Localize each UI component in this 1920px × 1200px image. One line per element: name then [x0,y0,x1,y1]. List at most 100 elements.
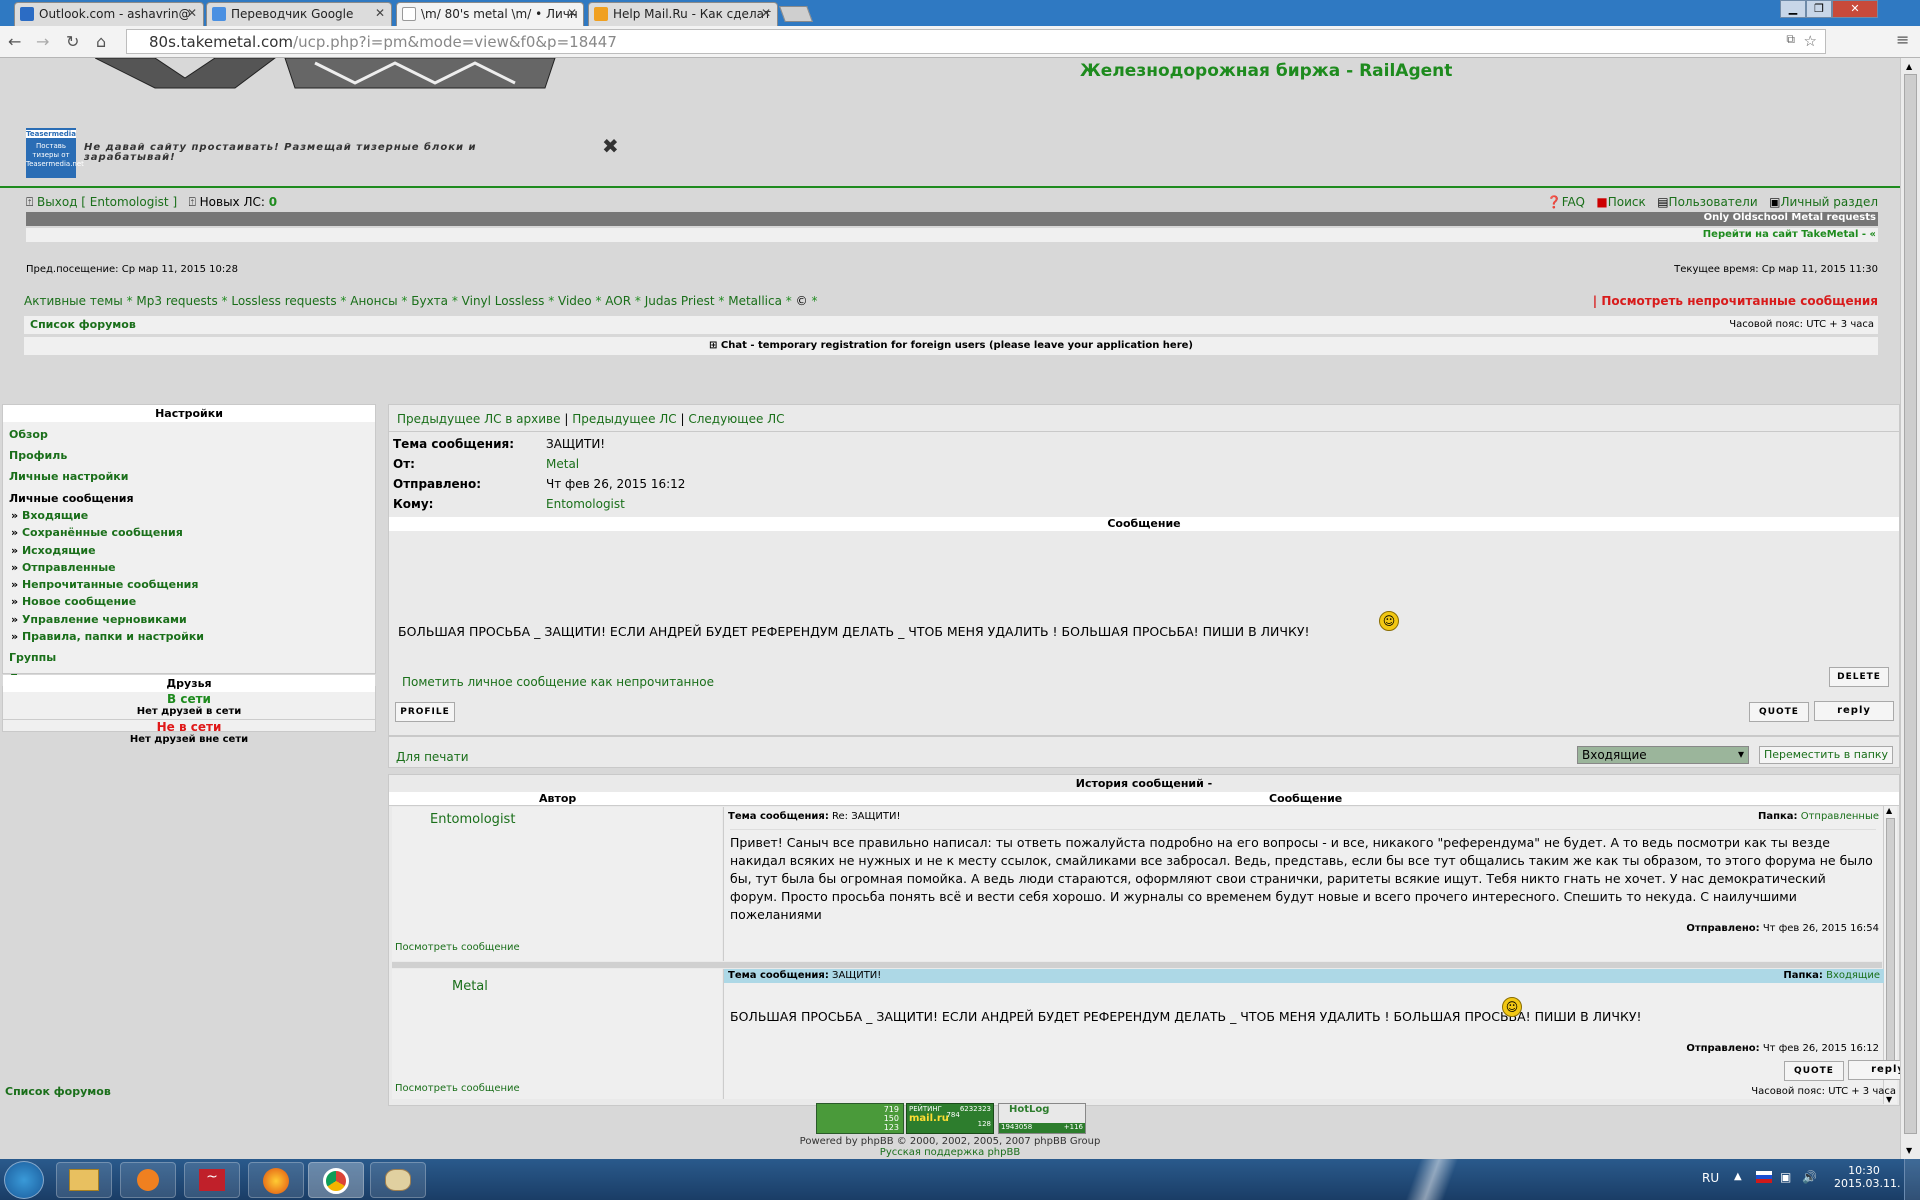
clock[interactable]: 10:30 2015.03.11. [1834,1164,1900,1190]
ucp-link[interactable]: Личный раздел [1780,195,1878,209]
bookmark-star-icon[interactable]: ☆ [1804,32,1817,50]
minimize-button[interactable]: ▁ [1780,0,1806,18]
new-pm-count[interactable]: 0 [269,195,277,209]
teasermedia-logo[interactable]: Teasermedia Поставь тизеры от Teasermedi… [26,128,84,178]
close-tab-icon[interactable]: ✕ [375,6,385,20]
new-pm-label[interactable]: Новых ЛС: [200,195,265,209]
quicklink-active-topics[interactable]: Активные темы [24,294,123,308]
sidebar-pm-sent[interactable]: Отправленные [22,561,116,574]
footer-forum-list-link[interactable]: Список форумов [5,1085,111,1098]
firefox-icon[interactable] [248,1162,304,1198]
close-ad-icon[interactable]: ✖ [602,134,619,158]
unread-link[interactable]: | Посмотреть непрочитанные сообщения [1593,294,1878,308]
reload-icon[interactable]: ↻ [66,32,79,51]
tab-google-translate[interactable]: Переводчик Google ✕ [206,2,392,26]
forward-icon[interactable]: → [36,32,49,51]
quicklink-announces[interactable]: Анонсы [350,294,397,308]
quicklink-lossless[interactable]: Lossless requests [231,294,336,308]
view-message-link[interactable]: Посмотреть сообщение [395,1083,520,1094]
sidebar-pm-outbox[interactable]: Исходящие [22,544,96,557]
counter-mailru[interactable]: РЕЙТИНГ 6232323 mail.ru 784 128 [906,1103,994,1134]
scroll-up-icon[interactable]: ▲ [1906,62,1912,71]
scroll-down-icon[interactable]: ▼ [1906,1146,1912,1155]
new-tab-button[interactable] [779,6,813,22]
forum-list-link[interactable]: Список форумов [30,318,136,331]
unread-link-text[interactable]: Посмотреть непрочитанные сообщения [1601,294,1878,308]
quicklink-video[interactable]: Video [558,294,592,308]
scrollbar-thumb[interactable] [1904,74,1917,1134]
counter-liveinternet[interactable]: 719 150 123 [816,1103,904,1134]
sidebar-item-overview[interactable]: Обзор [9,424,369,445]
paint-icon[interactable] [370,1162,426,1198]
flag-icon[interactable] [1756,1171,1772,1183]
lastfm-icon[interactable]: ~ [184,1162,240,1198]
history-author-link[interactable]: Metal [452,979,488,994]
logout-link[interactable]: Выход [ Entomologist ] [37,195,177,209]
russian-support-link[interactable]: Русская поддержка phpBB [0,1147,1900,1158]
move-to-folder-button[interactable]: Переместить в папку [1759,746,1893,764]
history-reply-button[interactable]: reply [1848,1060,1900,1080]
quicklink-metallica[interactable]: Metallica [728,294,782,308]
sidebar-pm-unread[interactable]: Непрочитанные сообщения [22,578,199,591]
tab-outlook[interactable]: Outlook.com - ashavrin@ ✕ [14,2,204,26]
quicklink-vinyl[interactable]: Vinyl Lossless [462,294,545,308]
home-icon[interactable]: ⌂ [96,32,106,51]
takemetal-link[interactable]: Перейти на сайт TakeMetal - « [1703,229,1876,240]
close-tab-icon[interactable]: ✕ [761,6,771,20]
to-link[interactable]: Entomologist [546,497,625,511]
next-pm-link[interactable]: Следующее ЛС [688,412,784,426]
quicklink-mp3[interactable]: Mp3 requests [136,294,217,308]
delete-button[interactable]: DELETE [1829,667,1889,687]
page-scrollbar[interactable]: ▲ ▼ [1900,58,1920,1159]
history-folder-link[interactable]: Отправленные [1801,811,1879,822]
sidebar-pm-saved[interactable]: Сохранённые сообщения [22,526,183,539]
show-desktop-button[interactable] [1904,1159,1920,1200]
reply-button[interactable]: reply [1814,701,1894,721]
view-message-link[interactable]: Посмотреть сообщение [395,942,520,953]
site-link-railagent[interactable]: Железнодорожная биржа - RailAgent [1080,61,1452,81]
quicklink-aor[interactable]: AOR [605,294,631,308]
media-player-icon[interactable] [120,1162,176,1198]
translate-icon[interactable]: ⧉ [1786,32,1795,47]
prev-archive-link[interactable]: Предыдущее ЛС в архиве [397,412,561,426]
close-tab-icon[interactable]: ✕ [567,6,577,20]
tab-help-mailru[interactable]: Help Mail.Ru - Как сделат ✕ [588,2,778,26]
quicklink-bay[interactable]: Бухта [411,294,448,308]
folder-select[interactable]: Входящие ▾ [1577,746,1749,764]
members-link[interactable]: Пользователи [1669,195,1758,209]
chat-link[interactable]: Chat - temporary registration for foreig… [721,340,1193,351]
language-indicator[interactable]: RU [1702,1171,1719,1185]
address-bar[interactable]: 80s.takemetal.com/ucp.php?i=pm&mode=view… [126,29,1826,54]
sidebar-item-profile[interactable]: Профиль [9,445,369,466]
restore-button[interactable]: ❐ [1806,0,1832,18]
print-link[interactable]: Для печати [396,750,469,764]
expand-icon[interactable]: ⊞ [709,340,717,351]
history-author-link[interactable]: Entomologist [430,812,515,827]
counter-hotlog[interactable]: HotLog 1943058 +116 [998,1103,1086,1134]
scroll-up-icon[interactable]: ▲ [1886,806,1892,815]
sidebar-pm-compose[interactable]: Новое сообщение [22,595,136,608]
start-button[interactable] [4,1161,44,1199]
sidebar-pm-options[interactable]: Правила, папки и настройки [22,630,204,643]
close-window-button[interactable]: ✕ [1832,0,1878,18]
show-hidden-icons[interactable]: ▲ [1734,1171,1742,1182]
chrome-icon[interactable] [308,1162,364,1198]
history-quote-button[interactable]: QUOTE [1784,1061,1844,1081]
close-tab-icon[interactable]: ✕ [187,6,197,20]
prev-pm-link[interactable]: Предыдущее ЛС [572,412,676,426]
sidebar-pm-drafts[interactable]: Управление черновиками [22,613,187,626]
sidebar-item-groups[interactable]: Группы [9,647,369,668]
search-link[interactable]: Поиск [1608,195,1646,209]
chat-bar[interactable]: ⊞ Chat - temporary registration for fore… [24,337,1878,355]
faq-link[interactable]: FAQ [1562,195,1585,209]
scrollbar-thumb[interactable] [1886,818,1895,1078]
back-icon[interactable]: ← [8,32,21,51]
network-icon[interactable]: ▣ [1780,1170,1791,1184]
volume-icon[interactable]: 🔊 [1802,1170,1817,1184]
mark-unread-link[interactable]: Пометить личное сообщение как непрочитан… [402,675,714,689]
quicklink-judas-priest[interactable]: Judas Priest [645,294,715,308]
sidebar-pm-inbox[interactable]: Входящие [22,509,88,522]
quote-button[interactable]: QUOTE [1749,702,1809,722]
from-link[interactable]: Metal [546,457,579,471]
profile-button[interactable]: PROFILE [395,702,455,722]
